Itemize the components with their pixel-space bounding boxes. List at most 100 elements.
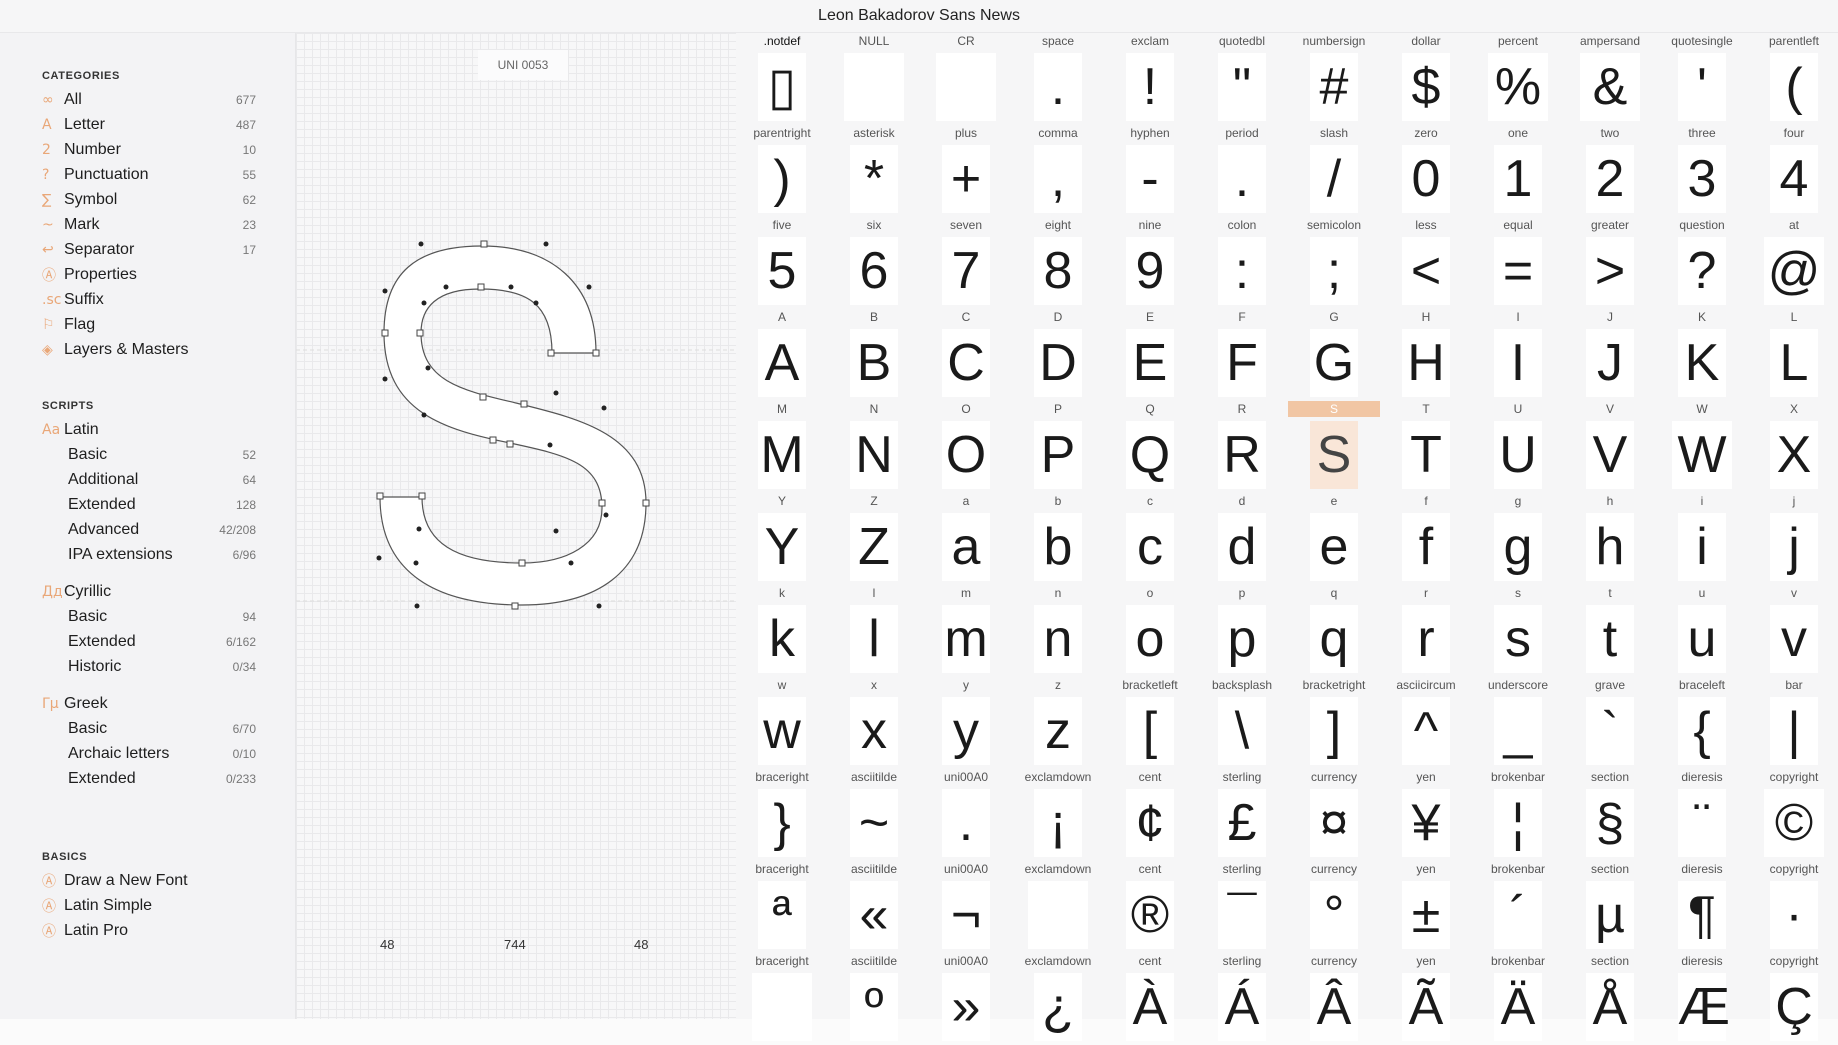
glyph-cell[interactable]: cent À — [1104, 953, 1196, 1045]
glyph-cell[interactable]: braceright — [736, 953, 828, 1045]
glyph-cell[interactable]: cent ¢ — [1104, 769, 1196, 861]
sidebar-item-extended[interactable]: Extended 128 — [42, 492, 256, 517]
glyph-cell[interactable]: exclamdown ¡ — [1012, 769, 1104, 861]
glyph-cell[interactable]: currency ° — [1288, 861, 1380, 953]
glyph-cell[interactable]: two 2 — [1564, 125, 1656, 217]
glyph-cell[interactable]: II — [1472, 309, 1564, 401]
glyph-cell[interactable]: KK — [1656, 309, 1748, 401]
glyph-cell[interactable]: braceleft { — [1656, 677, 1748, 769]
left-sidebearing-value[interactable]: 48 — [380, 937, 394, 952]
glyph-cell[interactable]: quotesingle ' — [1656, 33, 1748, 125]
glyph-cell[interactable]: QQ — [1104, 401, 1196, 493]
glyph-cell[interactable]: ff — [1380, 493, 1472, 585]
sidebar-item-archaic-letters[interactable]: Archaic letters 0/10 — [42, 741, 256, 766]
sidebar-item-symbol[interactable]: ∑ Symbol 62 — [42, 187, 256, 212]
sidebar-item-layers-masters[interactable]: ◈ Layers & Masters — [42, 337, 256, 362]
glyph-cell[interactable]: section Å — [1564, 953, 1656, 1045]
glyph-cell[interactable]: gg — [1472, 493, 1564, 585]
glyph-cell[interactable]: quotedbl " — [1196, 33, 1288, 125]
glyph-cell[interactable]: dollar $ — [1380, 33, 1472, 125]
glyph-outline[interactable] — [296, 33, 736, 1019]
glyph-cell[interactable]: braceright ª — [736, 861, 828, 953]
glyph-cell[interactable]: three 3 — [1656, 125, 1748, 217]
glyph-cell[interactable]: uu — [1656, 585, 1748, 677]
glyph-cell[interactable]: OO — [920, 401, 1012, 493]
glyph-cell[interactable]: asciitilde ~ — [828, 769, 920, 861]
glyph-cell[interactable]: section µ — [1564, 861, 1656, 953]
glyph-cell[interactable]: currency Â — [1288, 953, 1380, 1045]
glyph-cell[interactable]: GG — [1288, 309, 1380, 401]
sidebar-item-letter[interactable]: A Letter 487 — [42, 112, 256, 137]
advance-width-value[interactable]: 744 — [504, 937, 526, 952]
glyph-cell[interactable]: TT — [1380, 401, 1472, 493]
glyph-cell[interactable]: FF — [1196, 309, 1288, 401]
glyph-cell[interactable]: uni00A0 ¬ — [920, 861, 1012, 953]
glyph-cell[interactable]: yen ¥ — [1380, 769, 1472, 861]
glyph-cell[interactable]: jj — [1748, 493, 1838, 585]
glyph-cell[interactable]: EE — [1104, 309, 1196, 401]
glyph-cell[interactable]: oo — [1104, 585, 1196, 677]
glyph-cell[interactable]: backsplash \ — [1196, 677, 1288, 769]
glyph-cell[interactable]: nine 9 — [1104, 217, 1196, 309]
sidebar-item-punctuation[interactable]: ? Punctuation 55 — [42, 162, 256, 187]
glyph-cell[interactable]: XX — [1748, 401, 1838, 493]
glyph-cell[interactable]: hyphen - — [1104, 125, 1196, 217]
glyph-cell[interactable]: uni00A0. — [920, 769, 1012, 861]
glyph-cell[interactable]: brokenbar Ä — [1472, 953, 1564, 1045]
sidebar-item-suffix[interactable]: .sc Suffix — [42, 287, 256, 312]
glyph-cell[interactable]: question? — [1656, 217, 1748, 309]
glyph-cell[interactable]: ll — [828, 585, 920, 677]
glyph-cell[interactable]: SS — [1288, 401, 1380, 493]
glyph-cell[interactable]: asciitilde « — [828, 861, 920, 953]
glyph-cell[interactable]: bb — [1012, 493, 1104, 585]
glyph-cell[interactable]: exclamdown — [1012, 861, 1104, 953]
glyph-cell[interactable]: pp — [1196, 585, 1288, 677]
glyph-cell[interactable]: qq — [1288, 585, 1380, 677]
glyph-cell[interactable]: ZZ — [828, 493, 920, 585]
glyph-cell[interactable]: ww — [736, 677, 828, 769]
glyph-cell[interactable]: four 4 — [1748, 125, 1838, 217]
glyph-cell[interactable]: eight 8 — [1012, 217, 1104, 309]
glyph-cell[interactable]: hh — [1564, 493, 1656, 585]
glyph-cell[interactable]: colon: — [1196, 217, 1288, 309]
glyph-cell[interactable]: yen Ã — [1380, 953, 1472, 1045]
glyph-cell[interactable]: copyright © — [1748, 769, 1838, 861]
sidebar-item-ipa-extensions[interactable]: IPA extensions 6/96 — [42, 542, 256, 567]
glyph-cell[interactable]: exclam! — [1104, 33, 1196, 125]
glyph-cell[interactable]: underscore _ — [1472, 677, 1564, 769]
glyph-cell[interactable]: .notdef ▯ — [736, 33, 828, 125]
glyph-cell[interactable]: dieresis ¨ — [1656, 769, 1748, 861]
glyph-cell[interactable]: tt — [1564, 585, 1656, 677]
glyph-cell[interactable]: section § — [1564, 769, 1656, 861]
glyph-cell[interactable]: exclamdown ¿ — [1012, 953, 1104, 1045]
glyph-cell[interactable]: LL — [1748, 309, 1838, 401]
glyph-cell[interactable]: MM — [736, 401, 828, 493]
glyph-cell[interactable]: zero 0 — [1380, 125, 1472, 217]
sidebar-item-advanced[interactable]: Advanced 42/208 — [42, 517, 256, 542]
glyph-cell[interactable]: copyright · — [1748, 861, 1838, 953]
glyph-cell[interactable]: asterisk * — [828, 125, 920, 217]
glyph-cell[interactable]: semicolon; — [1288, 217, 1380, 309]
sidebar-item-basic[interactable]: Basic 52 — [42, 442, 256, 467]
glyph-cell[interactable]: kk — [736, 585, 828, 677]
sidebar-item-basic[interactable]: Basic 6/70 — [42, 716, 256, 741]
sidebar-item-latin-pro[interactable]: Ⓐ Latin Pro — [42, 918, 256, 943]
glyph-cell[interactable]: equal = — [1472, 217, 1564, 309]
sidebar-item-flag[interactable]: ⚐ Flag — [42, 312, 256, 337]
glyph-cell[interactable]: asciicircum ^ — [1380, 677, 1472, 769]
glyph-cell[interactable]: plus + — [920, 125, 1012, 217]
sidebar-item-separator[interactable]: ↩ Separator 17 — [42, 237, 256, 262]
glyph-cell[interactable]: at @ — [1748, 217, 1838, 309]
glyph-cell[interactable]: aa — [920, 493, 1012, 585]
glyph-cell[interactable]: cc — [1104, 493, 1196, 585]
sidebar-item-extended[interactable]: Extended 6/162 — [42, 629, 256, 654]
glyph-cell[interactable]: mm — [920, 585, 1012, 677]
glyph-cell[interactable]: seven 7 — [920, 217, 1012, 309]
glyph-cell[interactable]: parentright) — [736, 125, 828, 217]
glyph-cell[interactable]: CC — [920, 309, 1012, 401]
glyph-cell[interactable]: brokenbar ´ — [1472, 861, 1564, 953]
glyph-cell[interactable]: vv — [1748, 585, 1838, 677]
glyph-cell[interactable]: ss — [1472, 585, 1564, 677]
glyph-cell[interactable]: space. — [1012, 33, 1104, 125]
sidebar-item-additional[interactable]: Additional 64 — [42, 467, 256, 492]
